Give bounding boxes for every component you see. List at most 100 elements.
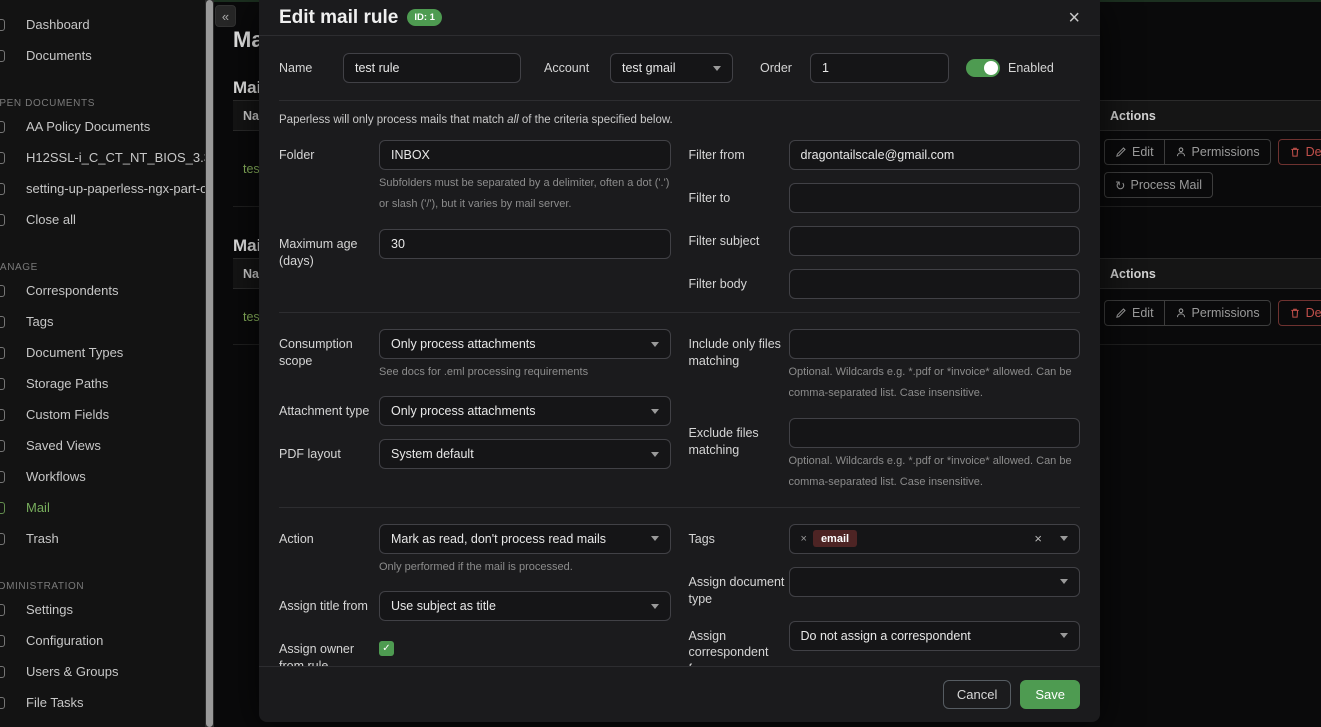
sidebar-item-workflows[interactable]: Workflows bbox=[0, 461, 205, 492]
assign-owner-checkbox[interactable]: ✓ bbox=[379, 641, 394, 656]
filter-body-label: Filter body bbox=[689, 269, 789, 299]
sidebar-item-open-doc-3[interactable]: setting-up-paperless-ngx-part-one bbox=[0, 173, 205, 204]
filter-to-input[interactable] bbox=[789, 183, 1081, 213]
configuration-icon bbox=[0, 635, 5, 647]
chevron-down-icon bbox=[651, 604, 659, 609]
filter-subject-row: Filter subject bbox=[689, 226, 1081, 256]
permissions-button[interactable]: Permissions bbox=[1165, 300, 1271, 326]
sidebar-item-correspondents[interactable]: Correspondents bbox=[0, 275, 205, 306]
cancel-button[interactable]: Cancel bbox=[943, 680, 1011, 709]
assign-doc-type-row: Assign document type bbox=[689, 567, 1081, 608]
exclude-files-input[interactable] bbox=[789, 418, 1081, 448]
sidebar-item-tags[interactable]: Tags bbox=[0, 306, 205, 337]
sidebar-item-trash[interactable]: Trash bbox=[0, 523, 205, 554]
filter-from-input[interactable] bbox=[789, 140, 1081, 170]
trash-icon bbox=[0, 533, 5, 545]
sidebar-item-users-groups[interactable]: Users & Groups bbox=[0, 656, 205, 687]
assign-correspondent-label: Assign correspondent from bbox=[689, 621, 789, 667]
account-select[interactable]: test gmail bbox=[610, 53, 733, 83]
folder-hint: Subfolders must be separated by a delimi… bbox=[379, 173, 671, 216]
sidebar-item-close-all[interactable]: Close all bbox=[0, 204, 205, 235]
sidebar-item-document-types[interactable]: Document Types bbox=[0, 337, 205, 368]
assign-title-select[interactable]: Use subject as title bbox=[379, 591, 671, 621]
exclude-files-label: Exclude files matching bbox=[689, 418, 789, 494]
pencil-icon bbox=[1115, 307, 1127, 319]
sidebar-item-open-doc-1[interactable]: AA Policy Documents bbox=[0, 111, 205, 142]
action-hint: Only performed if the mail is processed. bbox=[379, 557, 671, 578]
dialog-footer: Cancel Save bbox=[259, 666, 1100, 722]
id-badge: ID: 1 bbox=[407, 9, 442, 26]
delete-button[interactable]: Delete bbox=[1278, 300, 1321, 326]
assign-correspondent-select[interactable]: Do not assign a correspondent bbox=[789, 621, 1081, 651]
remove-tag-icon[interactable]: × bbox=[801, 533, 807, 545]
sidebar-collapse-button[interactable]: « bbox=[215, 5, 236, 27]
users-groups-icon bbox=[0, 666, 5, 678]
sidebar-item-custom-fields[interactable]: Custom Fields bbox=[0, 399, 205, 430]
check-icon: ✓ bbox=[382, 643, 390, 654]
attachment-type-select[interactable]: Only process attachments bbox=[379, 396, 671, 426]
filter-from-label: Filter from bbox=[689, 140, 789, 170]
rule-identity-row: Name Account test gmail Order Enabled bbox=[279, 36, 1080, 101]
max-age-input[interactable] bbox=[379, 229, 671, 259]
chevron-down-icon bbox=[651, 536, 659, 541]
close-icon[interactable]: × bbox=[1068, 8, 1080, 28]
account-label: Account bbox=[544, 61, 610, 75]
clear-tags-icon[interactable]: × bbox=[1034, 531, 1042, 546]
filter-section: Folder Subfolders must be separated by a… bbox=[279, 140, 1080, 312]
filter-to-row: Filter to bbox=[689, 183, 1081, 213]
name-input[interactable] bbox=[343, 53, 521, 83]
scrollbar-thumb[interactable] bbox=[206, 0, 213, 727]
pdf-layout-select[interactable]: System default bbox=[379, 439, 671, 469]
attachment-type-row: Attachment type Only process attachments bbox=[279, 396, 671, 426]
name-label: Name bbox=[279, 61, 343, 75]
filter-body-input[interactable] bbox=[789, 269, 1081, 299]
permissions-button[interactable]: Permissions bbox=[1165, 139, 1271, 165]
filter-subject-input[interactable] bbox=[789, 226, 1081, 256]
chevron-down-icon bbox=[713, 66, 721, 71]
delete-button[interactable]: Delete bbox=[1278, 139, 1321, 165]
edit-button[interactable]: Edit bbox=[1104, 139, 1165, 165]
dashboard-icon bbox=[0, 19, 5, 31]
consumption-scope-select[interactable]: Only process attachments bbox=[379, 329, 671, 359]
pencil-icon bbox=[1115, 146, 1127, 158]
assign-owner-row: Assign owner from rule ✓ bbox=[279, 634, 671, 666]
save-button[interactable]: Save bbox=[1020, 680, 1080, 709]
sidebar-item-dashboard[interactable]: Dashboard bbox=[0, 9, 205, 40]
sidebar-item-settings[interactable]: Settings bbox=[0, 594, 205, 625]
sidebar-scrollbar[interactable] bbox=[205, 0, 214, 727]
filter-to-label: Filter to bbox=[689, 183, 789, 213]
action-select[interactable]: Mark as read, don't process read mails bbox=[379, 524, 671, 554]
process-mail-button[interactable]: ↻ Process Mail bbox=[1104, 172, 1213, 198]
trash-icon bbox=[1289, 307, 1301, 319]
assign-doc-type-select[interactable] bbox=[789, 567, 1081, 597]
enabled-label: Enabled bbox=[1008, 61, 1054, 75]
folder-input[interactable] bbox=[379, 140, 671, 170]
chevron-down-icon bbox=[1060, 633, 1068, 638]
order-label: Order bbox=[760, 61, 810, 75]
person-icon bbox=[1175, 146, 1187, 158]
sidebar-item-storage-paths[interactable]: Storage Paths bbox=[0, 368, 205, 399]
sidebar-item-documents[interactable]: Documents bbox=[0, 40, 205, 71]
sidebar-item-mail[interactable]: Mail bbox=[0, 492, 205, 523]
sidebar-item-file-tasks[interactable]: File Tasks bbox=[0, 687, 205, 718]
chevron-down-icon bbox=[1060, 579, 1068, 584]
dialog-body: Name Account test gmail Order Enabled Pa… bbox=[259, 36, 1100, 666]
include-files-input[interactable] bbox=[789, 329, 1081, 359]
max-age-row: Maximum age (days) bbox=[279, 229, 671, 270]
workflows-icon bbox=[0, 471, 5, 483]
enabled-toggle[interactable] bbox=[966, 59, 1000, 77]
sidebar-item-configuration[interactable]: Configuration bbox=[0, 625, 205, 656]
order-input[interactable] bbox=[810, 53, 949, 83]
sidebar-item-saved-views[interactable]: Saved Views bbox=[0, 430, 205, 461]
edit-button[interactable]: Edit bbox=[1104, 300, 1165, 326]
sidebar-section-open-documents: OPEN DOCUMENTS bbox=[0, 95, 205, 111]
tag-chip[interactable]: email bbox=[813, 530, 857, 547]
edit-mail-rule-dialog: Edit mail rule ID: 1 × Name Account test… bbox=[259, 0, 1100, 722]
sidebar-section-manage: MANAGE bbox=[0, 259, 205, 275]
tags-select[interactable]: × email × bbox=[789, 524, 1081, 554]
actions-column-header: Actions bbox=[1100, 267, 1321, 281]
file-tasks-icon bbox=[0, 697, 5, 709]
mail-icon bbox=[0, 502, 5, 514]
consumption-scope-label: Consumption scope bbox=[279, 329, 379, 383]
sidebar-item-open-doc-2[interactable]: H12SSL-i_C_CT_NT_BIOS_3.3_rele... bbox=[0, 142, 205, 173]
